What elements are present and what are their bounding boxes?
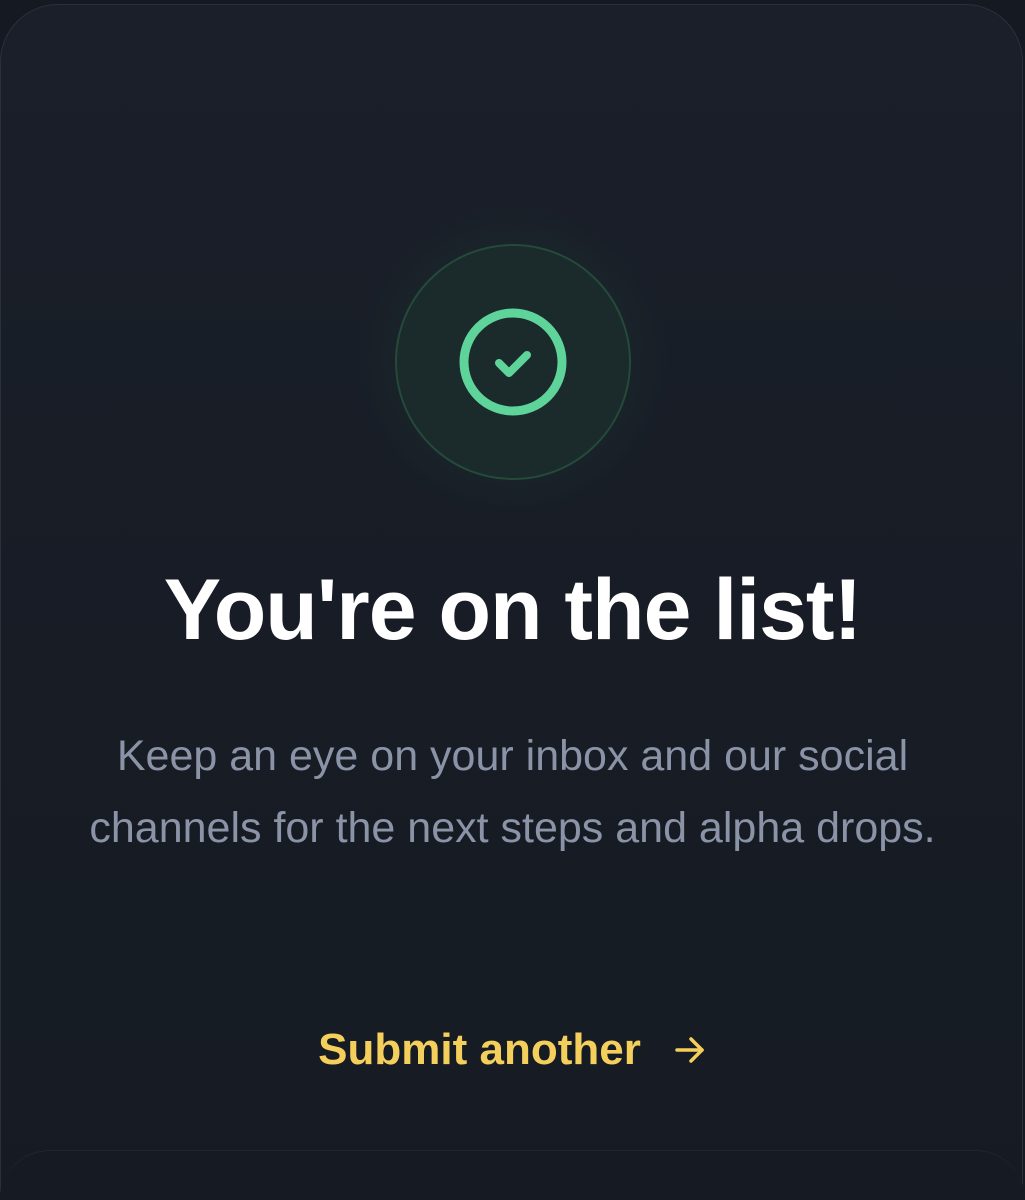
check-circle-icon	[459, 308, 567, 416]
page-title: You're on the list!	[163, 562, 862, 658]
submit-another-label: Submit another	[318, 1025, 641, 1074]
submit-another-button[interactable]: Submit another	[0, 1025, 1025, 1075]
arrow-right-icon	[675, 1037, 704, 1063]
card-bottom-edge	[0, 1150, 1025, 1200]
confirmation-page: You're on the list! Keep an eye on your …	[0, 0, 1025, 1200]
confirmation-message: Keep an eye on your inbox and our social…	[89, 732, 936, 852]
